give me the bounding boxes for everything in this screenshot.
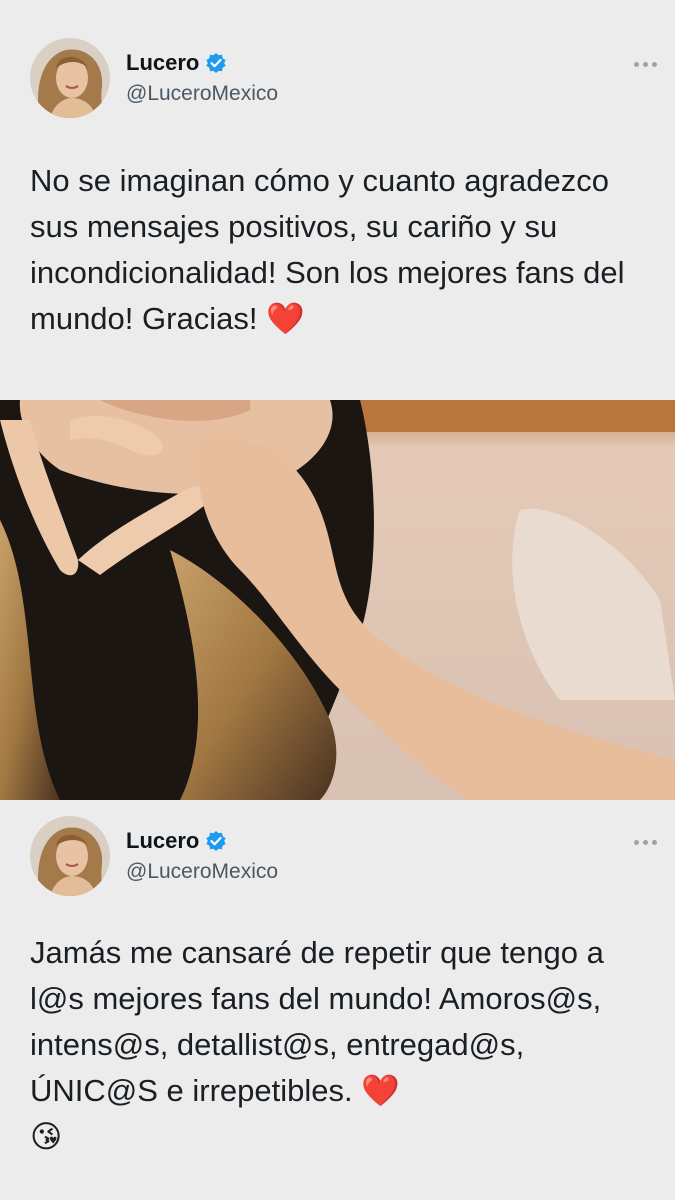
more-options-icon[interactable] xyxy=(634,62,657,67)
display-name[interactable]: Lucero xyxy=(126,50,199,76)
avatar[interactable] xyxy=(30,38,110,118)
tweet-2-header: Lucero @LuceroMexico xyxy=(30,816,278,896)
handle[interactable]: @LuceroMexico xyxy=(126,860,278,884)
verified-badge-icon xyxy=(205,52,227,74)
more-options-icon[interactable] xyxy=(634,840,657,845)
red-heart-emoji: ❤️ xyxy=(266,301,305,336)
tweet-body: No se imaginan cómo y cuanto agradezco s… xyxy=(30,163,625,336)
tweet-1: Lucero @LuceroMexico No se imaginan cómo… xyxy=(0,0,675,400)
tweet-1-header: Lucero @LuceroMexico xyxy=(30,38,278,118)
red-heart-emoji: ❤️ xyxy=(361,1073,400,1108)
verified-badge-icon xyxy=(205,830,227,852)
handle[interactable]: @LuceroMexico xyxy=(126,82,278,106)
display-name[interactable]: Lucero xyxy=(126,828,199,854)
tweet-photo[interactable] xyxy=(0,400,675,800)
tweet-2: Lucero @LuceroMexico Jamás me cansaré de… xyxy=(0,800,675,1200)
tweet-text: Jamás me cansaré de repetir que tengo a … xyxy=(30,930,645,1160)
avatar[interactable] xyxy=(30,816,110,896)
tweet-text: No se imaginan cómo y cuanto agradezco s… xyxy=(30,158,645,342)
tweet-body: Jamás me cansaré de repetir que tengo a … xyxy=(30,935,604,1108)
kiss-face-emoji: 😘 xyxy=(30,1119,63,1154)
